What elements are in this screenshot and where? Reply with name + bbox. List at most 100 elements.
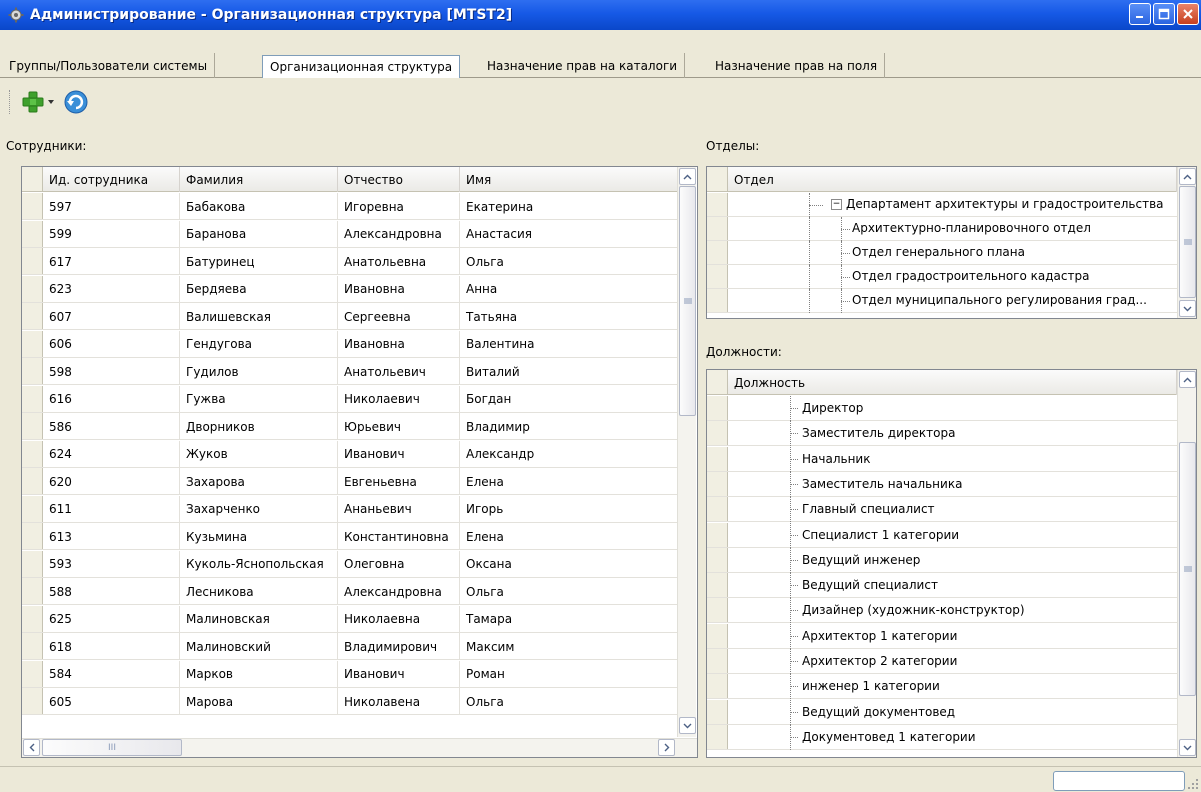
cell-employee-id[interactable]: 618 bbox=[43, 633, 180, 660]
cell-name[interactable]: Владимир bbox=[460, 413, 678, 440]
tree-node-label[interactable]: Отдел градостроительного кадастра bbox=[852, 269, 1089, 283]
cell-name[interactable]: Виталий bbox=[460, 358, 678, 385]
cell-employee-id[interactable]: 625 bbox=[43, 605, 180, 633]
cell-patronymic[interactable]: Ивановна bbox=[338, 275, 460, 303]
row-selector[interactable] bbox=[22, 303, 43, 329]
cell-name[interactable]: Тамара bbox=[460, 605, 678, 633]
tree-node[interactable]: Отдел градостроительного кадастра bbox=[707, 265, 1177, 289]
row-selector[interactable] bbox=[22, 550, 43, 577]
tree-node[interactable]: Дизайнер (художник-конструктор) bbox=[707, 598, 1177, 624]
cell-name[interactable]: Оксана bbox=[460, 550, 678, 578]
scroll-thumb[interactable] bbox=[1179, 186, 1196, 298]
cell-patronymic[interactable]: Владимирович bbox=[338, 633, 460, 660]
scroll-up-button[interactable] bbox=[1179, 371, 1196, 388]
row-selector[interactable] bbox=[22, 193, 43, 219]
cell-name[interactable]: Елена bbox=[460, 468, 678, 495]
table-row[interactable]: 618 Малиновский Владимирович Максим bbox=[22, 633, 678, 660]
cell-surname[interactable]: Валишевская bbox=[180, 303, 338, 330]
cell-surname[interactable]: Бердяева bbox=[180, 275, 338, 303]
cell-surname[interactable]: Кузьмина bbox=[180, 523, 338, 550]
row-selector[interactable] bbox=[22, 468, 43, 494]
cell-name[interactable]: Ольга bbox=[460, 248, 678, 275]
tree-node-label[interactable]: Заместитель директора bbox=[802, 426, 955, 440]
row-selector[interactable] bbox=[707, 699, 728, 724]
tree-node-label[interactable]: Дизайнер (художник-конструктор) bbox=[802, 603, 1025, 617]
cell-employee-id[interactable]: 584 bbox=[43, 660, 180, 688]
table-row[interactable]: 624 Жуков Иванович Александр bbox=[22, 440, 678, 468]
hscroll-thumb[interactable]: III bbox=[42, 739, 182, 756]
table-row[interactable]: 586 Дворников Юрьевич Владимир bbox=[22, 413, 678, 440]
tab-catalog-rights[interactable]: Назначение прав на каталоги bbox=[480, 53, 686, 78]
cell-employee-id[interactable]: 616 bbox=[43, 385, 180, 413]
cell-surname[interactable]: Бабакова bbox=[180, 193, 338, 220]
table-row[interactable]: 613 Кузьмина Константиновна Елена bbox=[22, 523, 678, 550]
cell-patronymic[interactable]: Николаевна bbox=[338, 605, 460, 633]
cell-name[interactable]: Анастасия bbox=[460, 220, 678, 248]
col-header-patronymic[interactable]: Отчество bbox=[338, 167, 460, 192]
scroll-down-button[interactable] bbox=[1179, 739, 1196, 756]
tree-node-label[interactable]: Специалист 1 категории bbox=[802, 528, 959, 542]
cell-name[interactable]: Екатерина bbox=[460, 193, 678, 220]
row-selector[interactable] bbox=[22, 248, 43, 274]
cell-name[interactable]: Игорь bbox=[460, 495, 678, 523]
table-row[interactable]: 607 Валишевская Сергеевна Татьяна bbox=[22, 303, 678, 330]
tree-node[interactable]: Архитектурно-планировочного отдел bbox=[707, 217, 1177, 241]
cell-surname[interactable]: Жуков bbox=[180, 440, 338, 468]
scroll-down-button[interactable] bbox=[679, 717, 696, 734]
tree-node-root[interactable]: − Департамент архитектуры и градостроител… bbox=[707, 193, 1177, 217]
tree-node[interactable]: Отдел муниципального регулирования град.… bbox=[707, 289, 1177, 313]
cell-patronymic[interactable]: Анатольевна bbox=[338, 248, 460, 275]
toolbar-grip[interactable] bbox=[9, 90, 12, 114]
row-selector[interactable] bbox=[22, 633, 43, 659]
table-row[interactable]: 584 Марков Иванович Роман bbox=[22, 660, 678, 688]
cell-surname[interactable]: Дворников bbox=[180, 413, 338, 440]
tree-node-label[interactable]: Отдел генерального плана bbox=[852, 245, 1025, 259]
cell-name[interactable]: Ольга bbox=[460, 578, 678, 605]
cell-patronymic[interactable]: Константиновна bbox=[338, 523, 460, 550]
tree-node-label[interactable]: Архитектурно-планировочного отдел bbox=[852, 221, 1091, 235]
tree-node-label[interactable]: Заместитель начальника bbox=[802, 477, 962, 491]
row-selector[interactable] bbox=[22, 385, 43, 412]
tree-node-label[interactable]: Ведущий инженер bbox=[802, 553, 920, 567]
cell-patronymic[interactable]: Николаевич bbox=[338, 385, 460, 413]
cell-name[interactable]: Александр bbox=[460, 440, 678, 468]
row-selector[interactable] bbox=[707, 724, 728, 749]
row-selector[interactable] bbox=[707, 265, 728, 288]
tree-node[interactable]: Главный специалист bbox=[707, 497, 1177, 523]
scroll-down-button[interactable] bbox=[1179, 300, 1196, 317]
tree-node[interactable]: Начальник bbox=[707, 446, 1177, 472]
departments-tree[interactable]: Отдел − Департамент архитектуры и градост… bbox=[706, 166, 1197, 319]
col-header-position[interactable]: Должность bbox=[728, 370, 1177, 395]
title-bar[interactable]: Администрирование - Организационная стру… bbox=[0, 0, 1201, 30]
row-selector[interactable] bbox=[707, 623, 728, 648]
cell-patronymic[interactable]: Ивановна bbox=[338, 330, 460, 358]
cell-name[interactable]: Татьяна bbox=[460, 303, 678, 330]
employees-vscrollbar[interactable] bbox=[677, 167, 696, 737]
table-row[interactable]: 620 Захарова Евгеньевна Елена bbox=[22, 468, 678, 495]
scroll-thumb[interactable] bbox=[1179, 442, 1196, 696]
row-selector[interactable] bbox=[707, 241, 728, 264]
tab-groups-users[interactable]: Группы/Пользователи системы bbox=[2, 53, 216, 78]
tree-node[interactable]: Ведущий документовед bbox=[707, 699, 1177, 725]
cell-patronymic[interactable]: Николавена bbox=[338, 688, 460, 715]
cell-surname[interactable]: Марков bbox=[180, 660, 338, 688]
tree-node-label[interactable]: Архитектор 2 категории bbox=[802, 654, 957, 668]
table-row[interactable]: 606 Гендугова Ивановна Валентина bbox=[22, 330, 678, 358]
cell-name[interactable]: Богдан bbox=[460, 385, 678, 413]
row-selector[interactable] bbox=[707, 217, 728, 240]
cell-employee-id[interactable]: 617 bbox=[43, 248, 180, 275]
cell-surname[interactable]: Куколь-Яснопольская bbox=[180, 550, 338, 578]
row-selector[interactable] bbox=[22, 605, 43, 632]
close-button[interactable] bbox=[1177, 3, 1199, 25]
tree-node[interactable]: Заместитель директора bbox=[707, 421, 1177, 447]
tree-node[interactable]: Отдел генерального плана bbox=[707, 241, 1177, 265]
cell-employee-id[interactable]: 586 bbox=[43, 413, 180, 440]
row-selector[interactable] bbox=[22, 440, 43, 467]
collapse-toggle-icon[interactable]: − bbox=[831, 199, 842, 210]
tree-node[interactable]: Заместитель начальника bbox=[707, 471, 1177, 497]
cell-employee-id[interactable]: 623 bbox=[43, 275, 180, 303]
cell-employee-id[interactable]: 599 bbox=[43, 220, 180, 248]
cell-employee-id[interactable]: 607 bbox=[43, 303, 180, 330]
cell-patronymic[interactable]: Олеговна bbox=[338, 550, 460, 578]
row-selector[interactable] bbox=[707, 649, 728, 673]
